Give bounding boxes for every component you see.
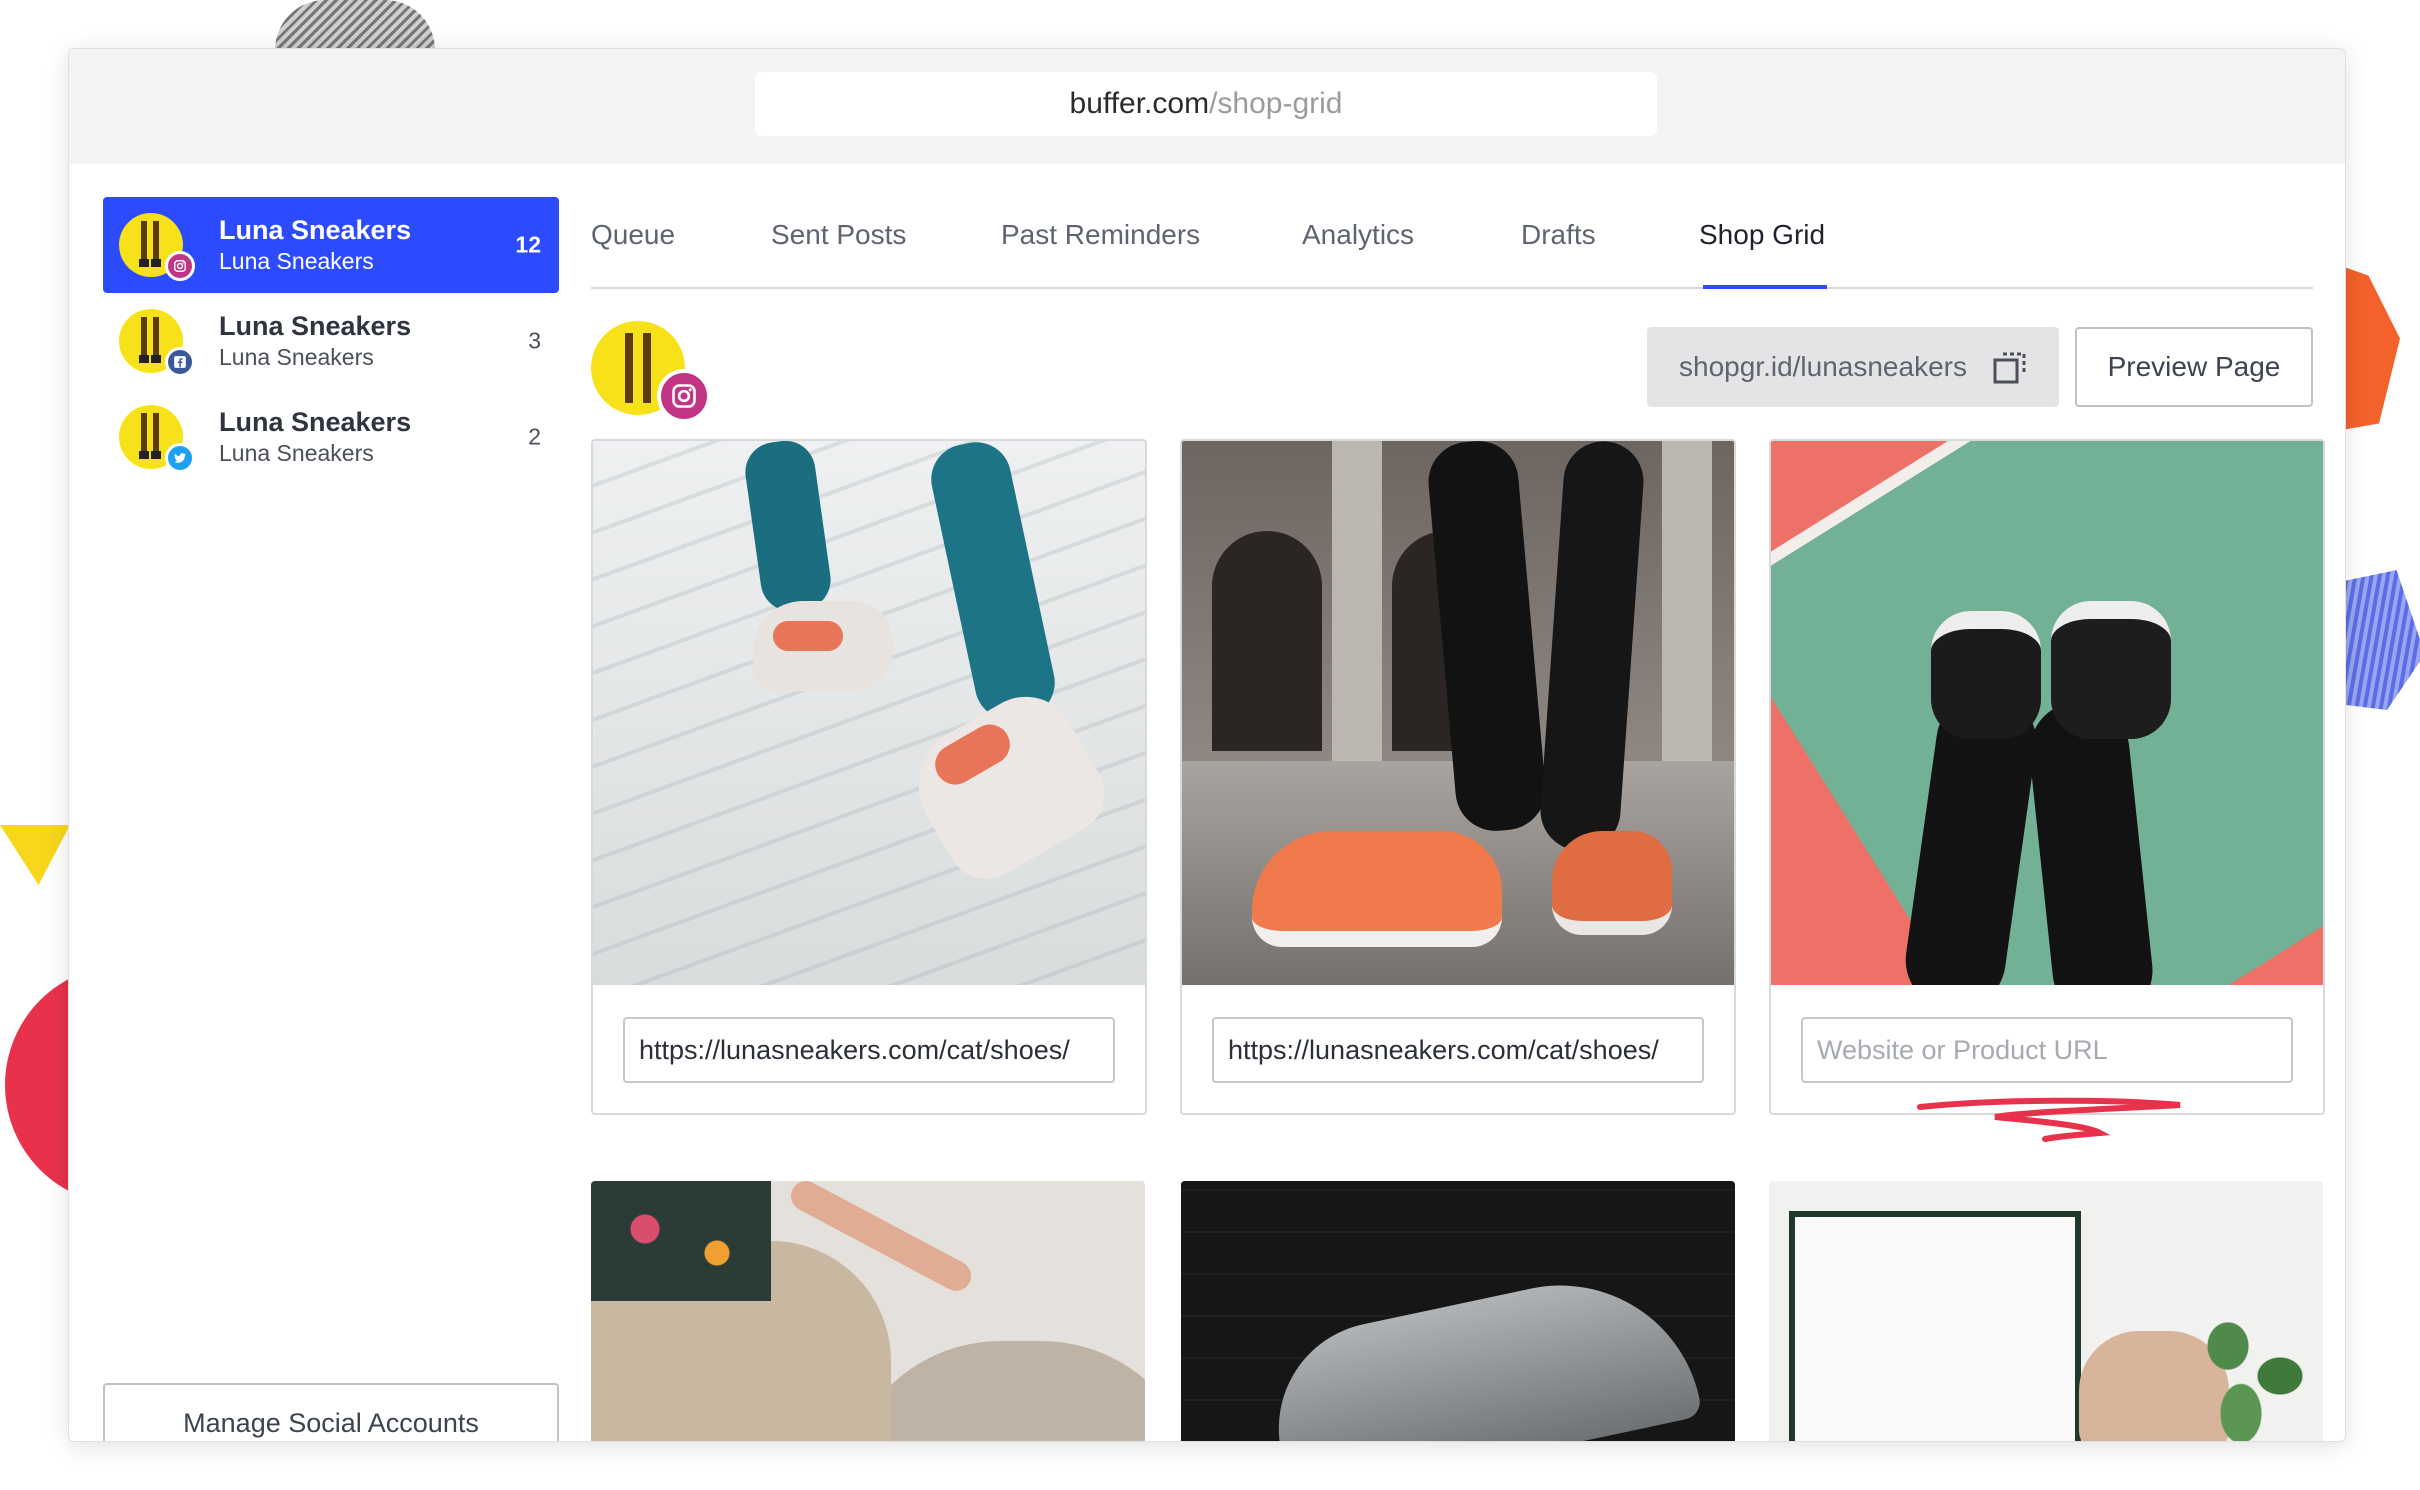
url-domain: buffer.com — [1069, 87, 1210, 120]
account-name: Luna Sneakers — [219, 215, 412, 245]
tab-analytics[interactable]: Analytics — [1302, 209, 1414, 287]
shop-grid-link[interactable]: shopgr.id/lunasneakers — [1647, 327, 2059, 407]
grid-post-card — [591, 439, 1147, 1115]
product-url-input[interactable] — [623, 1017, 1115, 1083]
sidebar: Luna Sneakers Luna Sneakers 12 Luna Snea… — [103, 197, 559, 1441]
preview-page-button[interactable]: Preview Page — [2075, 327, 2313, 407]
grid-post-image — [591, 1181, 1145, 1441]
grid-post-image — [1181, 1181, 1735, 1441]
post-count-badge: 2 — [528, 423, 541, 450]
grid-post-card — [1769, 439, 2325, 1115]
manage-social-accounts-button[interactable]: Manage Social Accounts — [103, 1383, 559, 1441]
post-count-badge: 12 — [515, 231, 541, 258]
decorative-yellow-triangle — [0, 825, 70, 885]
facebook-icon — [165, 347, 195, 377]
tab-shop-grid[interactable]: Shop Grid — [1699, 209, 1828, 289]
avatar — [119, 309, 195, 377]
product-url-input[interactable] — [1212, 1017, 1704, 1083]
tab-queue[interactable]: Queue — [591, 209, 675, 287]
address-bar[interactable]: buffer.com/shop-grid — [755, 72, 1657, 136]
product-url-input[interactable] — [1801, 1017, 2293, 1083]
decorative-underline-scribble — [1917, 1097, 2181, 1142]
url-path: /shop-grid — [1209, 87, 1343, 120]
sidebar-account-instagram[interactable]: Luna Sneakers Luna Sneakers 12 — [103, 197, 559, 293]
browser-window: buffer.com/shop-grid Luna Sneakers Luna … — [68, 48, 2346, 1442]
account-handle: Luna Sneakers — [219, 440, 374, 466]
sidebar-account-twitter[interactable]: Luna Sneakers Luna Sneakers 2 — [103, 389, 559, 485]
grid-post-card — [1180, 439, 1736, 1115]
instagram-icon — [165, 251, 195, 281]
post-image — [1771, 441, 2323, 985]
post-image — [593, 441, 1145, 985]
instagram-icon — [657, 369, 711, 423]
account-name: Luna Sneakers — [219, 407, 412, 437]
tab-drafts[interactable]: Drafts — [1521, 209, 1596, 287]
tab-past-reminders[interactable]: Past Reminders — [1001, 209, 1200, 287]
copy-icon[interactable] — [1993, 351, 2027, 385]
avatar — [119, 213, 195, 281]
account-handle: Luna Sneakers — [219, 344, 374, 370]
account-handle: Luna Sneakers — [219, 248, 374, 274]
shop-grid-link-text: shopgr.id/lunasneakers — [1679, 351, 1967, 382]
avatar — [119, 405, 195, 473]
browser-toolbar: buffer.com/shop-grid — [69, 49, 2345, 164]
decorative-scribble — [275, 0, 435, 50]
account-name: Luna Sneakers — [219, 311, 412, 341]
tab-sent-posts[interactable]: Sent Posts — [771, 209, 906, 287]
post-count-badge: 3 — [528, 327, 541, 354]
grid-post-image — [1769, 1181, 2323, 1441]
tab-bar: Queue Sent Posts Past Reminders Analytic… — [591, 209, 2313, 289]
twitter-icon — [165, 443, 195, 473]
profile-avatar — [591, 321, 711, 423]
sidebar-account-facebook[interactable]: Luna Sneakers Luna Sneakers 3 — [103, 293, 559, 389]
post-image — [1182, 441, 1734, 985]
